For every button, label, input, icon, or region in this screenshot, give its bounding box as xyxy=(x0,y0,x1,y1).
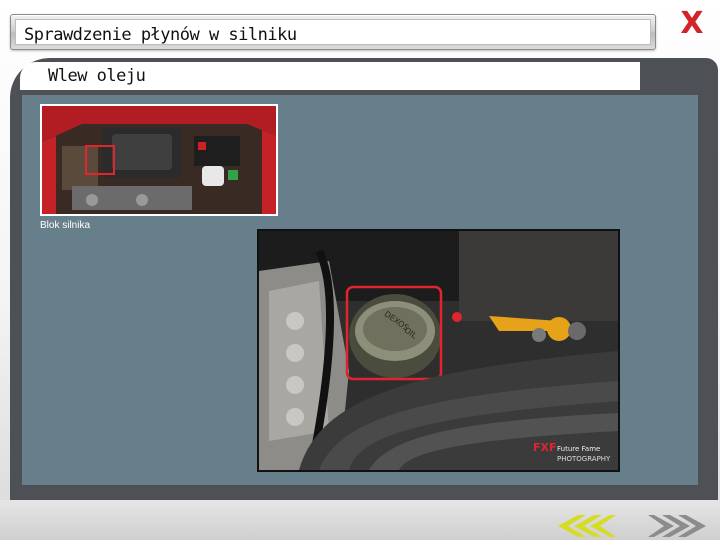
oil-filler-image: DEXOS OIL FXF Future Fame PHOTOGRAPHY xyxy=(259,231,618,470)
next-button[interactable] xyxy=(648,513,708,539)
title-field: Sprawdzenie płynów w silniku xyxy=(15,19,651,45)
engine-bay-image xyxy=(42,106,276,214)
page-title: Sprawdzenie płynów w silniku xyxy=(24,25,297,45)
watermark-brand: Future Fame xyxy=(557,445,600,453)
watermark-sub: PHOTOGRAPHY xyxy=(557,455,611,463)
engine-thumbnail[interactable] xyxy=(40,104,278,216)
watermark-logo: FXF xyxy=(533,441,557,454)
thumbnail-caption: Blok silnika xyxy=(40,220,91,231)
double-chevron-left-icon xyxy=(558,515,616,537)
oil-filler-photo: DEXOS OIL FXF Future Fame PHOTOGRAPHY xyxy=(257,229,620,472)
section-subtitle: Wlew oleju xyxy=(48,66,146,86)
double-chevron-right-icon xyxy=(648,515,706,537)
prev-button[interactable] xyxy=(556,513,616,539)
title-bar: Sprawdzenie płynów w silniku xyxy=(10,14,656,50)
close-button[interactable]: X xyxy=(678,8,706,40)
